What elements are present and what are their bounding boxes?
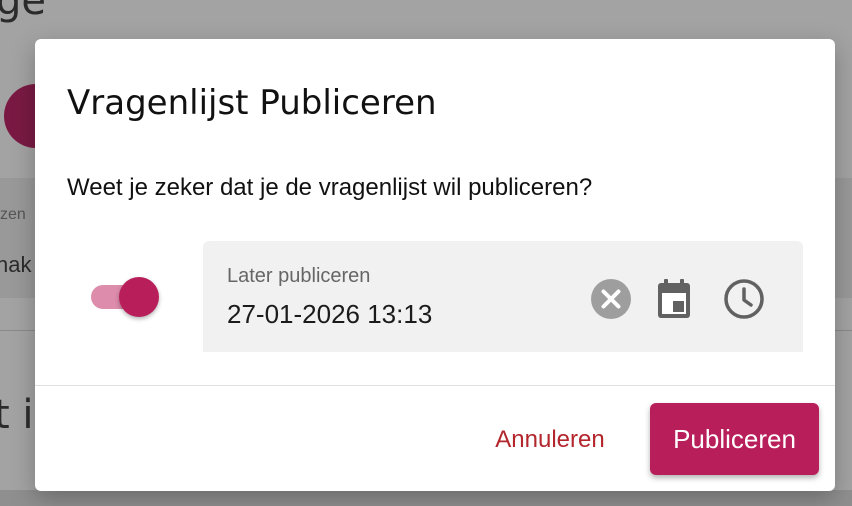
background-row-text: nak: [0, 252, 32, 277]
dialog-title: Vragenlijst Publiceren: [67, 83, 437, 123]
background-heading: t i: [0, 392, 34, 438]
background-bottom-band: [0, 490, 852, 506]
dialog-question: Weet je zeker dat je de vragenlijst wil …: [67, 174, 593, 201]
publish-dialog: Vragenlijst Publiceren Weet je zeker dat…: [35, 39, 835, 491]
clock-icon[interactable]: [722, 277, 766, 321]
publish-later-datetime[interactable]: 27-01-2026 13:13: [227, 299, 432, 330]
dialog-divider: [35, 385, 835, 386]
publish-button[interactable]: Publiceren: [650, 403, 819, 475]
background-title: ge: [0, 0, 46, 24]
publish-later-label: Later publiceren: [227, 265, 371, 287]
cancel-button[interactable]: Annuleren: [475, 419, 625, 461]
background-label: zen: [0, 206, 26, 223]
calendar-icon[interactable]: [652, 277, 696, 321]
publish-later-toggle[interactable]: [91, 277, 159, 317]
clear-icon[interactable]: [589, 277, 633, 321]
publish-later-field[interactable]: Later publiceren 27-01-2026 13:13: [203, 241, 803, 352]
toggle-knob: [119, 277, 159, 317]
